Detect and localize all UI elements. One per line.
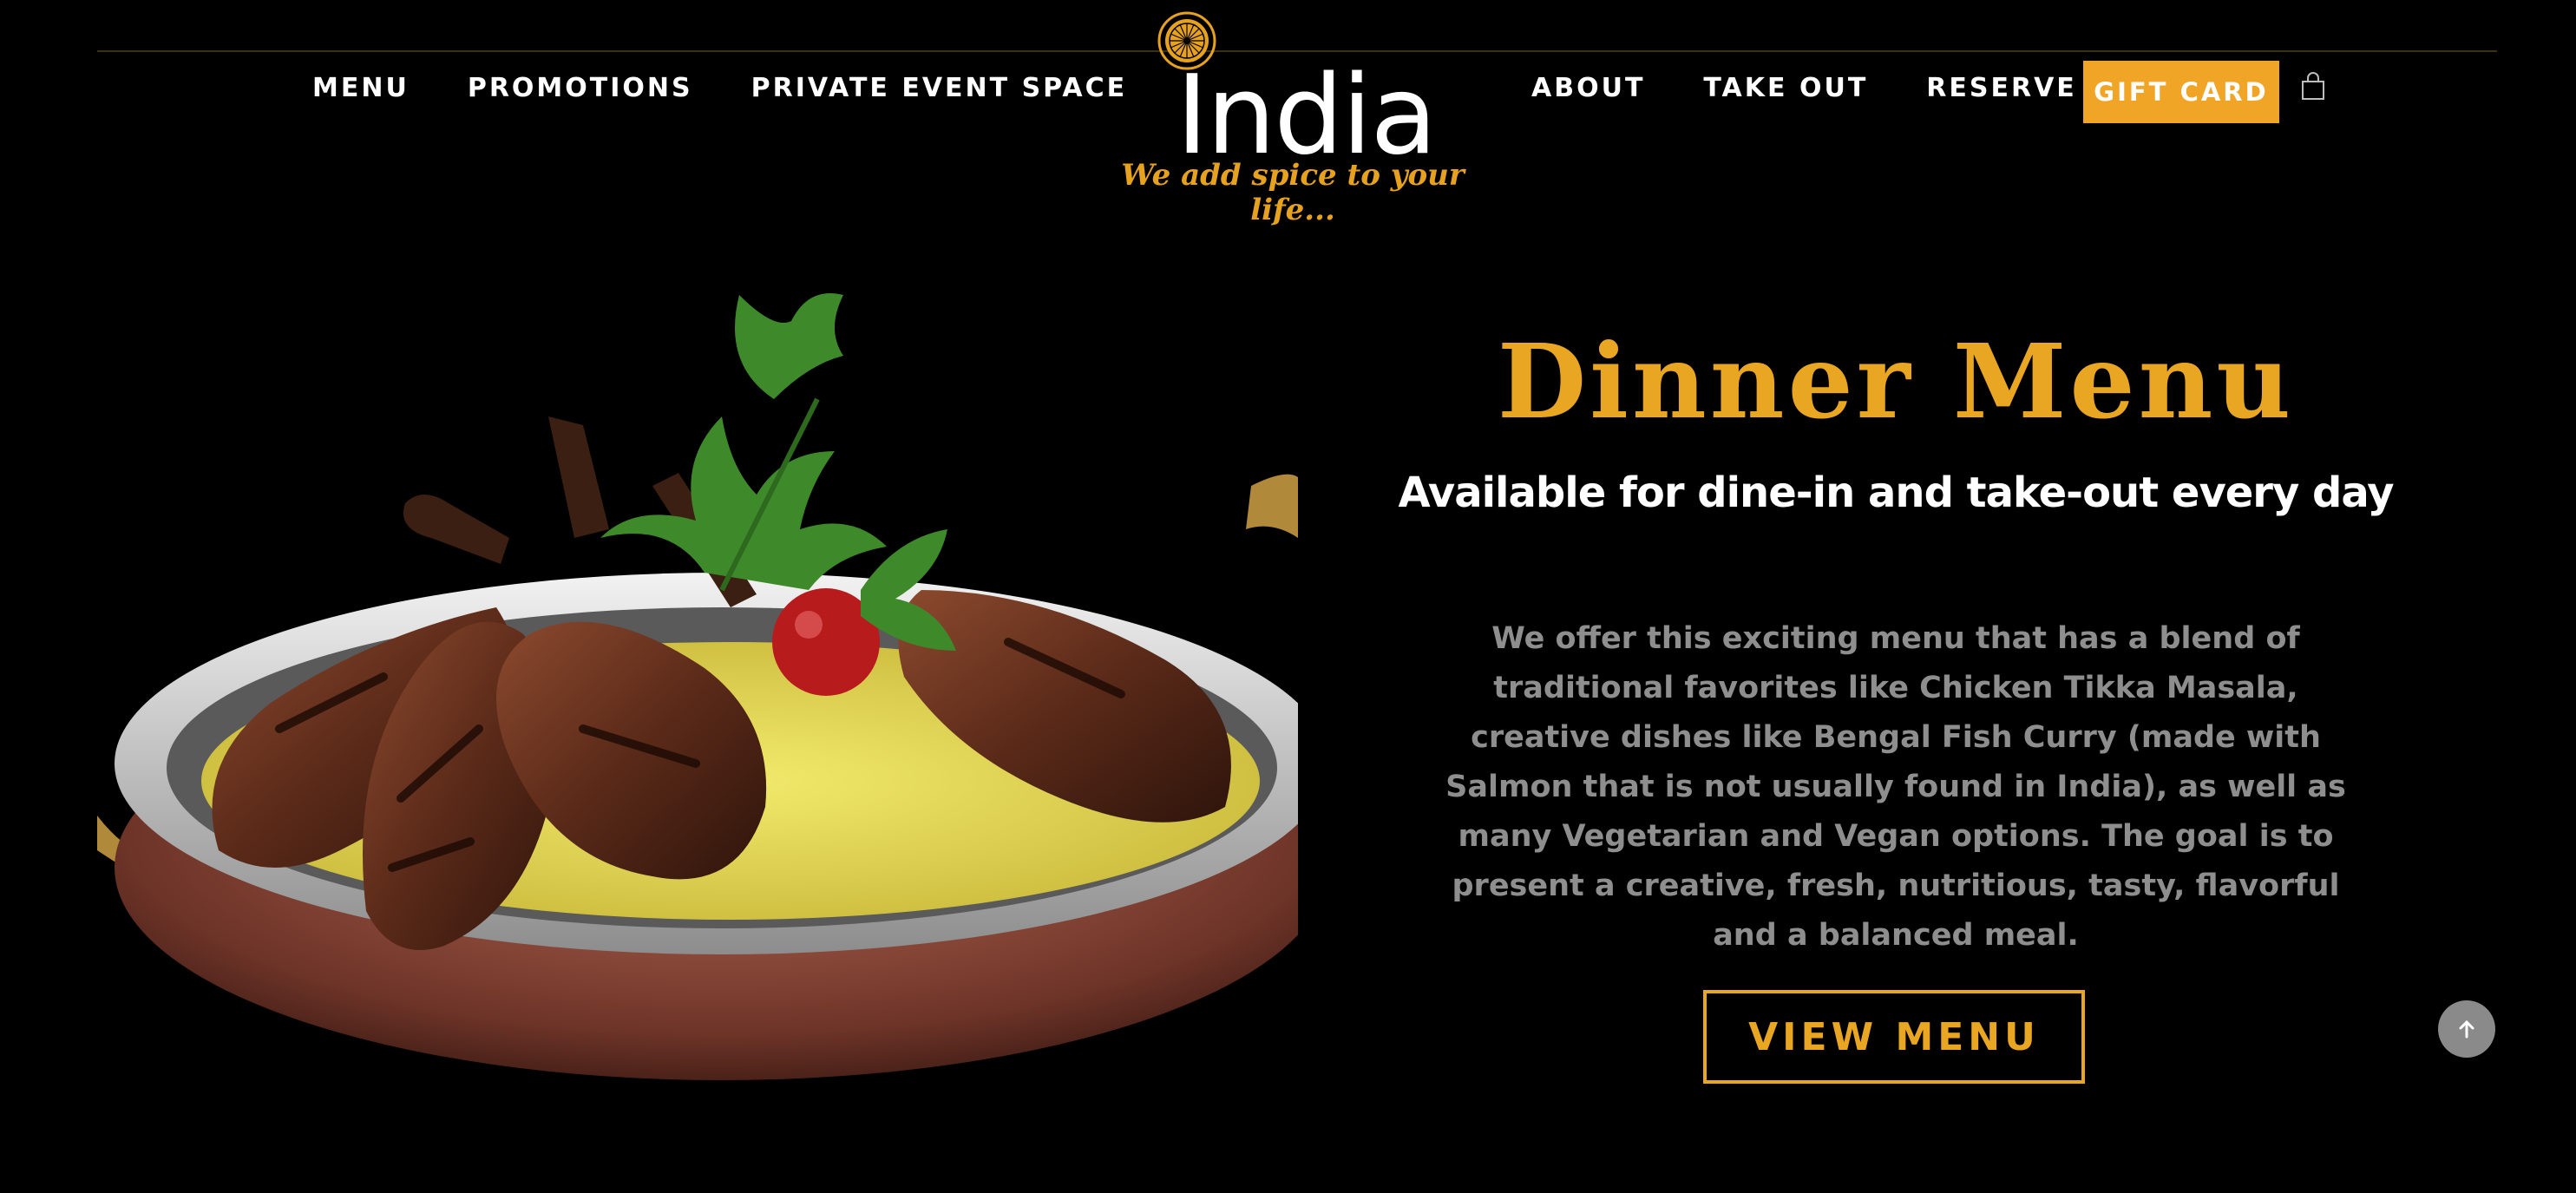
nav-promotions[interactable]: PROMOTIONS bbox=[468, 73, 693, 103]
view-menu-button[interactable]: VIEW MENU bbox=[1703, 990, 2085, 1084]
shopping-bag-icon[interactable] bbox=[2297, 71, 2329, 102]
gift-card-button[interactable]: GIFT CARD bbox=[2083, 61, 2279, 123]
nav-reserve[interactable]: RESERVE bbox=[1926, 73, 2077, 103]
nav-about[interactable]: ABOUT bbox=[1531, 73, 1645, 103]
logo-tagline: We add spice to your life... bbox=[1121, 158, 1465, 227]
nav-menu[interactable]: MENU bbox=[312, 73, 410, 103]
lamb-chops-biryani-photo bbox=[97, 293, 1298, 1080]
site-logo[interactable]: India We add spice to your life... bbox=[1102, 9, 1484, 227]
scroll-to-top-button[interactable] bbox=[2438, 1000, 2495, 1058]
nav-take-out[interactable]: TAKE OUT bbox=[1703, 73, 1868, 103]
dinner-menu-title: Dinner Menu bbox=[1497, 321, 2295, 442]
arrow-up-icon bbox=[2459, 1019, 2474, 1039]
primary-nav-left: MENU PROMOTIONS PRIVATE EVENT SPACE bbox=[312, 73, 1185, 103]
primary-nav-right: ABOUT TAKE OUT RESERVE bbox=[1531, 73, 2135, 103]
logo-wordmark: India bbox=[1176, 51, 1437, 179]
availability-subtitle: Available for dine-in and take-out every… bbox=[1398, 469, 2394, 517]
menu-description: We offer this exciting menu that has a b… bbox=[1445, 621, 2346, 953]
nav-private-event-space[interactable]: PRIVATE EVENT SPACE bbox=[751, 73, 1128, 103]
